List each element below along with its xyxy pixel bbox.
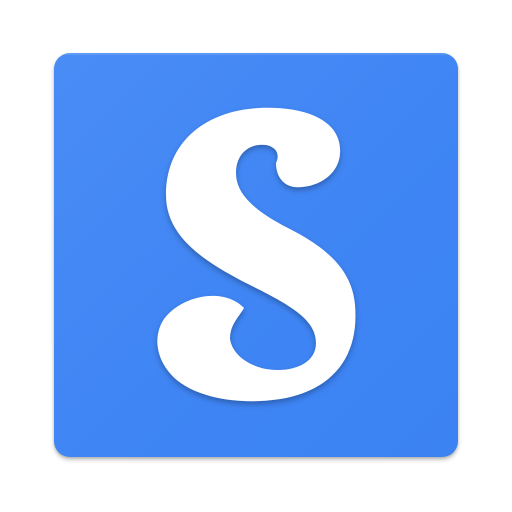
app-icon-canvas <box>0 0 512 512</box>
app-icon-tile[interactable] <box>54 53 458 457</box>
letter-s-icon <box>157 107 356 402</box>
letter-s-shape <box>157 107 356 402</box>
